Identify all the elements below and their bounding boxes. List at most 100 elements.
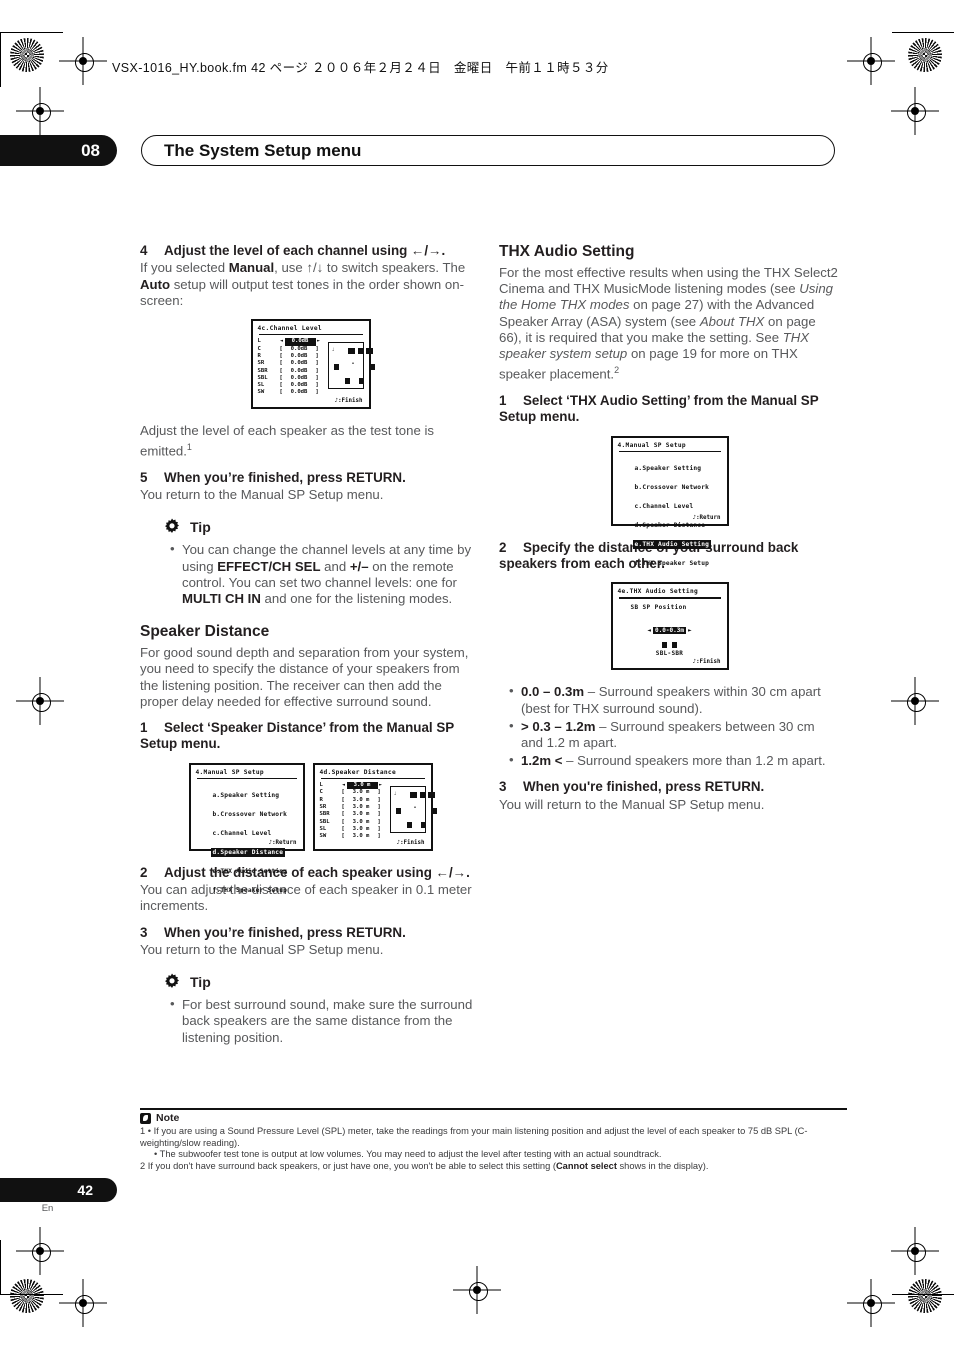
table-row[interactable]: L ◄ 0.0dB ► bbox=[257, 338, 322, 346]
footnote-1: 1 • If you are using a Sound Pressure Le… bbox=[140, 1126, 808, 1148]
table-row[interactable]: R[0.0dB] bbox=[258, 353, 322, 360]
table-row[interactable]: SW[0.0dB] bbox=[258, 389, 322, 396]
left-arrow-icon[interactable]: ◄ bbox=[647, 627, 651, 634]
distance-value: 3.0 m bbox=[352, 818, 370, 825]
menu-item-channel-level[interactable]: c.Channel Level bbox=[211, 829, 274, 838]
table-row[interactable]: R[3.0 m] bbox=[320, 797, 384, 804]
osd-finish-hint: ♪:Finish bbox=[396, 839, 425, 846]
sd-step-3-number: 3 bbox=[140, 924, 148, 940]
speaker-layout-diagram: ♩ • bbox=[327, 342, 375, 390]
menu-item-speaker-distance[interactable]: d.Speaker Distance bbox=[633, 521, 708, 530]
table-row[interactable]: C[0.0dB] bbox=[258, 346, 322, 353]
note-icon bbox=[140, 1112, 151, 1124]
right-arrow-icon[interactable]: ► bbox=[688, 627, 692, 634]
menu-item-thx-audio-setting[interactable]: e.THX Audio Setting bbox=[211, 867, 290, 876]
distance-value: 3.0 m bbox=[352, 825, 370, 832]
osd-channel-level-wrap: 4c.Channel Level L ◄ 0.0dB ► C[0.0dB] R[0.0… bbox=[140, 319, 481, 410]
menu-item-speaker-setting[interactable]: a.Speaker Setting bbox=[211, 791, 282, 800]
menu-item-speaker-distance[interactable]: d.Speaker Distance bbox=[210, 848, 286, 858]
thx-step-3-body: You will return to the Manual SP Setup m… bbox=[499, 796, 765, 812]
divider bbox=[618, 597, 721, 599]
thx-step-3-title: When you're finished, press RETURN. bbox=[523, 779, 765, 795]
sd-step-1-heading: 1 Select ‘Speaker Distance’ from the Manu… bbox=[140, 720, 481, 753]
bracket: ] bbox=[315, 345, 319, 352]
sb-sp-position-value-control[interactable]: ◄ 0.0-0.3m ► bbox=[647, 626, 692, 634]
gear-icon bbox=[162, 517, 182, 537]
kw-plus-minus: +/– bbox=[349, 558, 369, 574]
bracket: ] bbox=[377, 825, 381, 832]
osd-channel-level[interactable]: 4c.Channel Level L ◄ 0.0dB ► C[0.0dB] R[0.0… bbox=[250, 319, 375, 410]
step-4-number: 4 bbox=[140, 243, 148, 258]
table-row[interactable]: SW[3.0 m] bbox=[320, 833, 384, 840]
page-number-badge: 42 bbox=[0, 1178, 117, 1202]
osd-manual-sp-setup-thx[interactable]: 4.Manual SP Setup a.Speaker Setting b.Cr… bbox=[610, 435, 729, 567]
menu-item-channel-level[interactable]: c.Channel Level bbox=[633, 502, 696, 511]
table-row[interactable]: SBR[0.0dB] bbox=[258, 368, 322, 375]
option-label: > 0.3 – 1.2m bbox=[521, 718, 596, 734]
distance-value: 3.0 m bbox=[352, 796, 370, 803]
crosshair-bottom-right bbox=[856, 1288, 886, 1318]
menu-item-crossover-network[interactable]: b.Crossover Network bbox=[633, 483, 712, 492]
divider bbox=[320, 777, 425, 780]
distance-value: 3.0 m bbox=[352, 833, 370, 840]
bracket: ] bbox=[315, 360, 319, 367]
thx-intro: For the most effective results when usin… bbox=[499, 265, 840, 383]
speaker-icon-surround-right bbox=[431, 808, 437, 815]
menu-item-speaker-setting[interactable]: a.Speaker Setting bbox=[633, 464, 704, 473]
crosshair-left-upper bbox=[25, 96, 55, 126]
listener-icon: ♩ bbox=[393, 791, 397, 798]
osd-thx-audio-setting-wrap: 4e.THX Audio Setting SB SP Position ◄ 0.… bbox=[499, 582, 840, 671]
table-row[interactable]: L ◄ 3.0 m ► bbox=[320, 782, 384, 790]
channel-label: R bbox=[257, 352, 261, 359]
menu-item-thx-speaker-setup[interactable]: f.THX Speaker Setup bbox=[633, 559, 712, 568]
table-row[interactable]: SBR[3.0 m] bbox=[320, 811, 384, 818]
divider bbox=[618, 450, 721, 452]
table-row[interactable]: SL[3.0 m] bbox=[320, 826, 384, 833]
osd-title: 4d.Speaker Distance bbox=[319, 768, 396, 776]
osd-thx-audio-setting[interactable]: 4e.THX Audio Setting SB SP Position ◄ 0.… bbox=[610, 582, 729, 671]
osd-manual-sp-setup-distance[interactable]: 4.Manual SP Setup a.Speaker Setting b.Cr… bbox=[188, 762, 305, 894]
sb-sp-position-label: SB SP Position bbox=[630, 603, 687, 611]
table-row[interactable]: SBL[3.0 m] bbox=[320, 819, 384, 826]
list-item: For best surround sound, make sure the s… bbox=[170, 996, 481, 1046]
channel-label: L bbox=[257, 338, 261, 345]
menu-item-crossover-network[interactable]: b.Crossover Network bbox=[211, 810, 290, 819]
bracket: ] bbox=[315, 352, 319, 359]
page-title: The System Setup menu bbox=[141, 135, 835, 166]
channel-value: 0.0dB bbox=[284, 338, 316, 346]
table-row[interactable]: SR[0.0dB] bbox=[258, 360, 322, 367]
t: shows in the display). bbox=[616, 1160, 709, 1171]
option-label: 1.2m < bbox=[521, 753, 563, 769]
table-row[interactable]: C[3.0 m] bbox=[320, 789, 384, 796]
speaker-icon-surround-back-left bbox=[406, 822, 412, 829]
speaker-icon-surround-back-right bbox=[672, 641, 677, 648]
speaker-layout-diagram: ♩ • bbox=[389, 786, 437, 834]
table-row[interactable]: SR[3.0 m] bbox=[320, 804, 384, 811]
speaker-icon-center bbox=[419, 792, 425, 799]
channel-value: 0.0dB bbox=[290, 352, 308, 359]
crosshair-right-lower bbox=[900, 1236, 930, 1266]
osd-speaker-distance[interactable]: 4d.Speaker Distance L ◄ 3.0 m ► C[3.0 m] R[… bbox=[312, 762, 437, 851]
sd-step-2-number: 2 bbox=[140, 864, 148, 880]
table-row[interactable]: SL[0.0dB] bbox=[258, 382, 322, 389]
tip-2-list: For best surround sound, make sure the s… bbox=[170, 996, 481, 1046]
speaker-pair-label: SBL-SBR bbox=[655, 649, 684, 657]
osd-return-hint: ♪:Return bbox=[692, 514, 721, 521]
listening-position-icon: • bbox=[413, 805, 417, 812]
thx-step-3-number: 3 bbox=[499, 779, 507, 795]
crop-corner-top-left bbox=[0, 32, 63, 87]
osd-return-hint: ♪:Return bbox=[268, 839, 297, 846]
menu-item-thx-audio-setting[interactable]: e.THX Audio Setting bbox=[632, 539, 712, 550]
thx-step-2-number: 2 bbox=[499, 539, 507, 555]
right-arrow-icon: ► bbox=[316, 338, 320, 345]
divider bbox=[196, 777, 297, 780]
sd-step-3-body: You return to the Manual SP Setup menu. bbox=[140, 942, 384, 958]
t: 2 If you don't have surround back speake… bbox=[140, 1160, 556, 1171]
menu-item-thx-speaker-setup[interactable]: f.THX Speaker Setup bbox=[211, 886, 290, 895]
step-5-body: You return to the Manual SP Setup menu. bbox=[140, 487, 384, 503]
sd-step-1-number: 1 bbox=[140, 720, 148, 736]
speaker-icon-front-right bbox=[365, 348, 373, 355]
table-row[interactable]: SBL[0.0dB] bbox=[258, 375, 322, 382]
tip-2-header: Tip bbox=[162, 972, 481, 992]
footnote-1b: • The subwoofer test tone is output at l… bbox=[154, 1149, 662, 1160]
